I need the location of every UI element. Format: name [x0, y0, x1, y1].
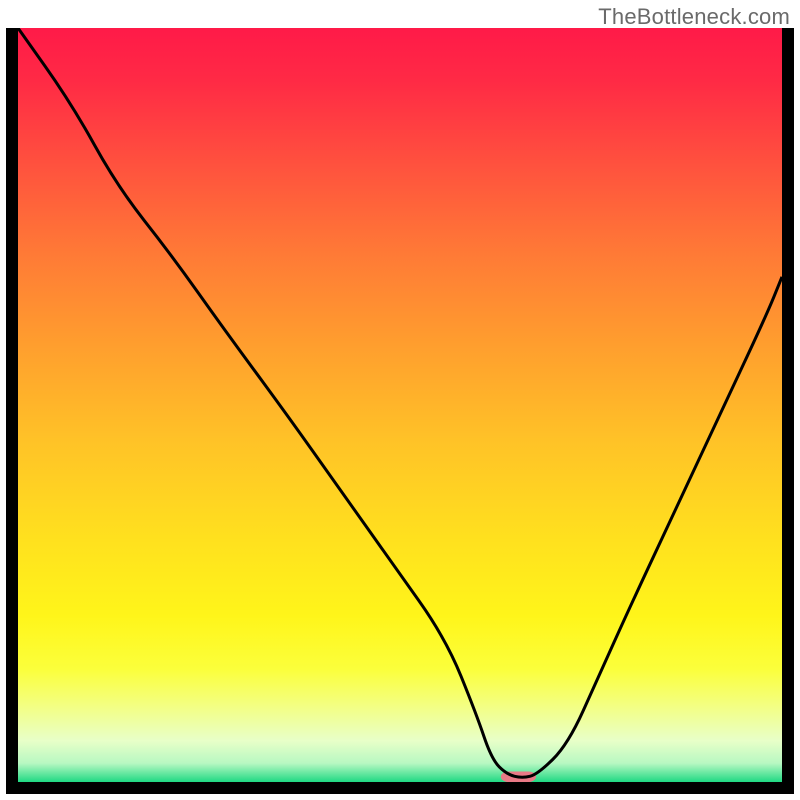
chart-container: TheBottleneck.com: [0, 0, 800, 800]
gradient-fill: [18, 28, 782, 782]
watermark-text: TheBottleneck.com: [598, 4, 790, 30]
plot-area: [18, 28, 782, 782]
chart-svg: [18, 28, 782, 782]
plot-black-border: [6, 28, 794, 794]
